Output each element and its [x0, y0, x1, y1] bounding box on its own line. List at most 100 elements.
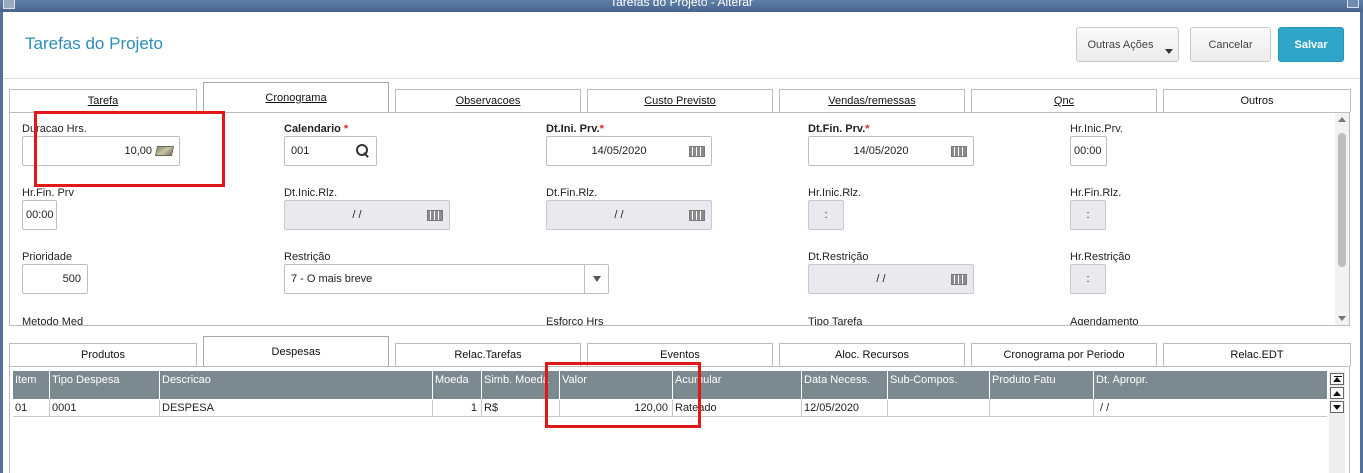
dt-fin-prv-value: 14/05/2020: [853, 145, 909, 157]
scroll-down-icon[interactable]: [1338, 316, 1346, 321]
tipo-tarefa-label: Tipo Tarefa: [808, 316, 863, 326]
dt-restricao-value: / /: [876, 273, 886, 285]
hr-inic-rlz-label: Hr.Inic.Rlz.: [808, 187, 862, 199]
dt-inic-rlz-label: Dt.Inic.Rlz.: [284, 187, 338, 199]
required-mark: *: [599, 123, 604, 135]
table-cell: / /: [1100, 402, 1110, 414]
window-close-button[interactable]: [1347, 0, 1359, 8]
tab-label: Vendas/remessas: [828, 95, 916, 107]
column-header[interactable]: Tipo Despesa: [50, 371, 160, 399]
tab-label: Cronograma por Periodo: [1003, 349, 1125, 361]
calendario-value: 001: [291, 145, 310, 157]
required-mark: *: [343, 123, 349, 135]
column-header[interactable]: Data Necess.: [802, 371, 888, 399]
table-cell: 01: [13, 400, 50, 417]
calendar-icon: [951, 273, 967, 285]
dt-restricao-field: / /: [808, 264, 974, 294]
tab-label: Qnc: [1053, 95, 1075, 107]
dt-fin-rlz-value: / /: [614, 209, 624, 221]
tab-observacoes[interactable]: Observacoes: [395, 89, 581, 112]
tab-aloc-recursos[interactable]: Aloc. Recursos: [779, 343, 965, 366]
calendario-label: Calendario *: [284, 123, 348, 135]
tab-label: Despesas: [271, 346, 321, 358]
hr-inic-prv-label: Hr.Inic.Prv.: [1070, 123, 1123, 135]
highlight-box-valor: [545, 362, 701, 428]
hr-fin-prv-field[interactable]: 00:00: [22, 200, 57, 230]
calendario-label-text: Calendario: [284, 123, 341, 135]
calendar-icon[interactable]: [689, 145, 705, 157]
dt-fin-rlz-field: / /: [546, 200, 712, 230]
table-cell: 12/05/2020: [802, 400, 888, 417]
restricao-value: 7 - O mais breve: [291, 273, 373, 285]
save-button[interactable]: Salvar: [1278, 27, 1344, 62]
tab-label: Tarefa: [87, 95, 119, 107]
column-header[interactable]: Descricao: [160, 371, 433, 399]
column-header[interactable]: Dt. Apropr.: [1094, 371, 1327, 399]
hr-inic-prv-field[interactable]: 00:00: [1070, 136, 1107, 166]
tab-label: Custo Previsto: [644, 95, 716, 107]
tab-outros[interactable]: Outros: [1163, 89, 1351, 112]
more-actions-button[interactable]: Outras Ações: [1076, 27, 1179, 62]
tab-vendas-remessas[interactable]: Vendas/remessas: [779, 89, 965, 112]
first-record-button[interactable]: [1330, 373, 1344, 385]
column-header[interactable]: Produto Fatu: [990, 371, 1094, 399]
calendar-icon[interactable]: [951, 145, 967, 157]
column-header[interactable]: Sub-Compos.: [888, 371, 990, 399]
tab-label: Outros: [1240, 95, 1274, 107]
hr-fin-rlz-field: :: [1070, 200, 1106, 230]
tab-custo-previsto[interactable]: Custo Previsto: [587, 89, 773, 112]
dt-ini-prv-label: Dt.Ini. Prv.*: [546, 123, 604, 135]
tab-cronograma-por-periodo[interactable]: Cronograma por Periodo: [971, 343, 1157, 366]
prioridade-label: Prioridade: [22, 251, 73, 263]
calendario-field[interactable]: 001: [284, 136, 377, 166]
search-icon[interactable]: [356, 144, 370, 158]
cancel-button[interactable]: Cancelar: [1190, 27, 1271, 62]
prioridade-field[interactable]: 500: [22, 264, 88, 294]
table-cell: 0001: [50, 400, 160, 417]
next-record-button[interactable]: [1330, 401, 1344, 413]
column-header[interactable]: Moeda: [433, 371, 482, 399]
tab-produtos[interactable]: Produtos: [9, 343, 197, 366]
dt-ini-prv-value: 14/05/2020: [591, 145, 647, 157]
column-header[interactable]: Item: [13, 371, 50, 399]
tab-label: Produtos: [80, 349, 126, 361]
dropdown-arrow-icon[interactable]: [584, 265, 608, 293]
hr-fin-prv-label: Hr.Fin. Prv: [22, 187, 74, 199]
calendar-icon: [427, 209, 443, 221]
tab-tarefa[interactable]: Tarefa: [9, 89, 197, 112]
hr-inic-rlz-value: :: [824, 209, 828, 221]
table-cell: [888, 400, 990, 417]
hr-restricao-label: Hr.Restrição: [1070, 251, 1131, 263]
tab-qnc[interactable]: Qnc: [971, 89, 1157, 112]
window-titlebar: Tarefas do Projeto - Alterar: [0, 0, 1363, 12]
dt-inic-rlz-field: / /: [284, 200, 450, 230]
window-title: Tarefas do Projeto - Alterar: [610, 0, 753, 9]
scrollbar-thumb[interactable]: [1338, 133, 1346, 267]
hr-restricao-value: :: [1086, 273, 1090, 285]
hr-restricao-field: :: [1070, 264, 1106, 294]
dt-fin-prv-label: Dt.Fin. Prv.*: [808, 123, 870, 135]
dt-inic-rlz-value: / /: [352, 209, 362, 221]
more-actions-label: Outras Ações: [1087, 38, 1154, 51]
tab-label: Relac.Tarefas: [454, 349, 522, 361]
dt-fin-rlz-label: Dt.Fin.Rlz.: [546, 187, 598, 199]
tab-cronograma[interactable]: Cronograma: [203, 82, 389, 112]
metodo-med-label: Metodo Med: [22, 316, 84, 326]
dt-ini-prv-label-text: Dt.Ini. Prv.: [546, 123, 600, 135]
calendar-icon: [689, 209, 705, 221]
scroll-up-icon[interactable]: [1338, 117, 1346, 122]
previous-record-button[interactable]: [1330, 387, 1344, 399]
table-cell: 1: [433, 400, 482, 417]
dt-fin-prv-field[interactable]: 14/05/2020: [808, 136, 974, 166]
page-header: Tarefas do Projeto Outras Ações Cancelar…: [3, 12, 1360, 79]
tab-relac-edt[interactable]: Relac.EDT: [1163, 343, 1351, 366]
table-cell: [990, 400, 1094, 417]
prioridade-value: 500: [62, 273, 81, 285]
dt-ini-prv-field[interactable]: 14/05/2020: [546, 136, 712, 166]
form-scrollbar[interactable]: [1335, 113, 1349, 325]
hr-fin-prv-value: 00:00: [26, 209, 54, 221]
tab-despesas[interactable]: Despesas: [203, 336, 389, 366]
highlight-box-duracao: [34, 111, 225, 187]
restricao-select[interactable]: 7 - O mais breve: [284, 264, 609, 294]
hr-inic-prv-value: 00:00: [1074, 145, 1102, 157]
